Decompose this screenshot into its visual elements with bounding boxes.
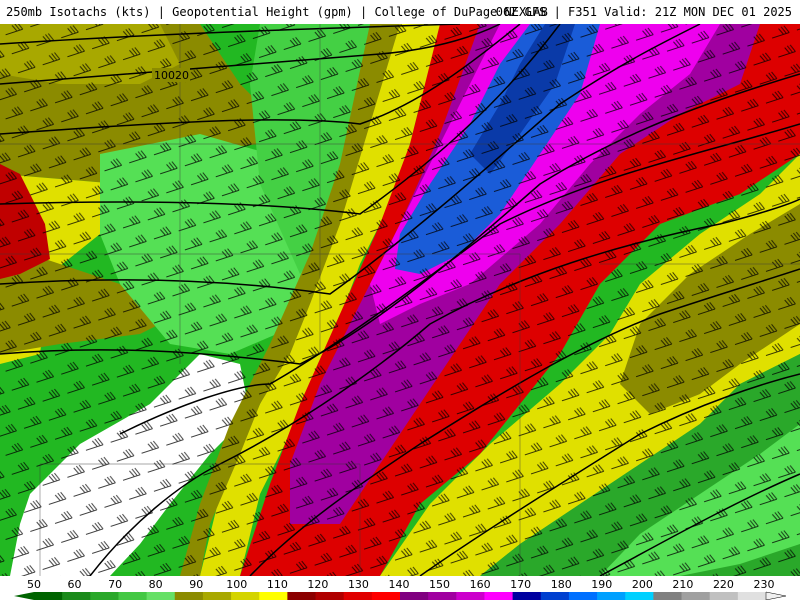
colorbar-tick-labels: 50 60 70 80 90 100 110 120 130 140 150 160 170 180 190… [27, 578, 775, 591]
colorbar-tick-label: 130 [348, 578, 369, 591]
colorbar-swatch [371, 592, 401, 600]
colorbar-tick-label: 50 [27, 578, 41, 591]
colorbar-swatch [287, 592, 317, 600]
model-run-info: 06Z GFS | F351 Valid: 21Z MON DEC 01 202… [495, 5, 792, 19]
colorbar-scale: 50 60 70 80 90 100 110 120 130 140 150 160 170 180 190… [14, 578, 787, 600]
colorbar-tick-label: 90 [189, 578, 203, 591]
colorbar: 50 60 70 80 90 100 110 120 130 140 150 160 170 180 190… [0, 576, 800, 600]
colorbar-swatch [343, 592, 373, 600]
colorbar-left-arrow [14, 592, 34, 600]
colorbar-tick-label: 140 [389, 578, 410, 591]
colorbar-tick-label: 60 [68, 578, 82, 591]
colorbar-swatch [174, 592, 204, 600]
colorbar-tick-label: 100 [226, 578, 247, 591]
colorbar-swatch [259, 592, 288, 600]
colorbar-tick-label: 170 [510, 578, 531, 591]
colorbar-swatch [512, 592, 542, 600]
colorbar-swatch [428, 592, 457, 600]
colorbar-tick-label: 210 [672, 578, 693, 591]
colorbar-swatch [118, 592, 148, 600]
colorbar-tick-label: 200 [632, 578, 653, 591]
colorbar-tick-label: 150 [429, 578, 450, 591]
colorbar-swatch [540, 592, 570, 600]
colorbar-tick-label: 80 [149, 578, 163, 591]
colorbar-swatch [653, 592, 683, 600]
header: 250mb Isotachs (kts) | Geopotential Heig… [0, 0, 800, 24]
colorbar-swatch [62, 592, 91, 600]
colorbar-swatches [34, 592, 767, 600]
colorbar-swatch [484, 592, 514, 600]
colorbar-tick-label: 180 [551, 578, 572, 591]
colorbar-tick-label: 160 [470, 578, 491, 591]
map-title: 250mb Isotachs (kts) | Geopotential Heig… [6, 5, 548, 19]
colorbar-tick-label: 110 [267, 578, 288, 591]
colorbar-swatch [34, 592, 63, 600]
isotach-map: 10020 [0, 24, 800, 576]
colorbar-tick-label: 230 [754, 578, 775, 591]
colorbar-swatch [231, 592, 260, 600]
colorbar-swatch [568, 592, 598, 600]
colorbar-swatch [737, 592, 767, 600]
colorbar-tick-label: 120 [307, 578, 328, 591]
colorbar-swatch [681, 592, 711, 600]
colorbar-tick-label: 70 [108, 578, 122, 591]
contour-label: 10020 [154, 69, 189, 82]
colorbar-swatch [400, 592, 429, 600]
map-panel: 10020 [0, 24, 800, 576]
colorbar-swatch [456, 592, 485, 600]
colorbar-swatch [625, 592, 654, 600]
colorbar-swatch [90, 592, 119, 600]
colorbar-swatch [146, 592, 176, 600]
colorbar-swatch [202, 592, 232, 600]
colorbar-swatch [315, 592, 345, 600]
colorbar-tick-label: 220 [713, 578, 734, 591]
colorbar-tick-label: 190 [591, 578, 612, 591]
colorbar-swatch [597, 592, 626, 600]
colorbar-swatch [709, 592, 739, 600]
colorbar-right-arrow [765, 591, 787, 600]
